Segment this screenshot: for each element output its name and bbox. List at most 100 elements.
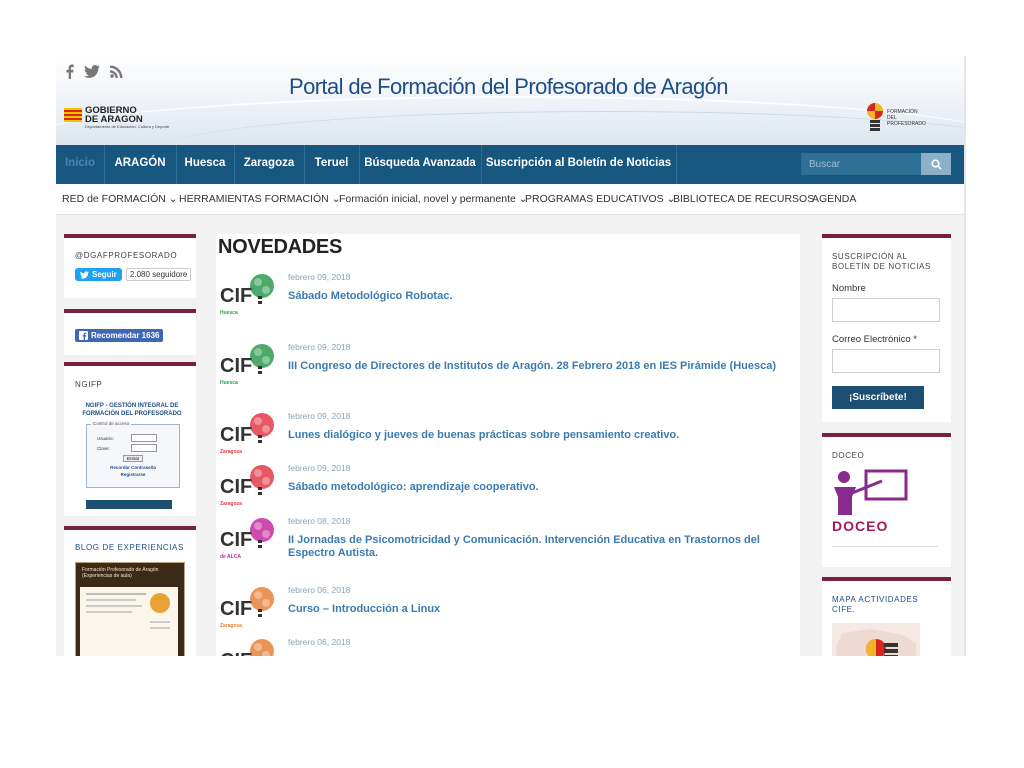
gobierno-aragon-logo[interactable]: GOBIERNO DE ARAGON Departamento de Educa… — [64, 106, 169, 129]
name-label: Nombre — [832, 283, 866, 294]
social-links — [65, 64, 123, 79]
email-field[interactable] — [832, 349, 940, 373]
cife-logo[interactable]: CIF — [218, 635, 280, 656]
svg-text:CIF: CIF — [220, 424, 252, 446]
facebook-icon — [79, 331, 88, 340]
page-scroll-edge — [964, 56, 966, 656]
formacion-profesorado-logo[interactable]: FORMACIÓN DEL PROFESORADO — [866, 102, 926, 134]
page-title: NOVEDADES — [218, 236, 342, 258]
twitter-widget-title: @DGAFPROFESORADO — [75, 251, 178, 260]
cife-logo[interactable]: CIF Huesca — [218, 270, 280, 326]
subscribe-widget: SUSCRIPCIÓN AL BOLETÍN DE NOTICIAS Nombr… — [822, 234, 951, 422]
nav-item-aragon[interactable]: ARAGÓN — [104, 145, 177, 184]
cife-logo-icon: CIF — [220, 518, 274, 551]
news-date: febrero 09, 2018 — [288, 272, 351, 282]
subnav-agenda[interactable]: AGENDA — [812, 184, 856, 214]
facebook-recommend-button[interactable]: Recomendar 1636 — [75, 329, 164, 342]
cife-logo[interactable]: CIF Zaragoza — [218, 409, 280, 465]
ngifp-login-box[interactable]: Control de acceso Usuario: Clave: Entrar… — [86, 421, 180, 488]
website-viewport: Portal de Formación del Profesorado de A… — [56, 56, 964, 656]
news-date: febrero 09, 2018 — [288, 463, 351, 473]
subnav-biblioteca-recursos[interactable]: BIBLIOTECA DE RECURSOS — [673, 184, 814, 214]
news-date: febrero 06, 2018 — [288, 585, 351, 595]
nav-item-inicio[interactable]: Inicio — [56, 145, 105, 184]
twitter-icon — [80, 270, 89, 279]
twitter-follow-button[interactable]: Seguir — [75, 268, 122, 281]
secondary-nav: RED de FORMACIÓN ⌄ HERRAMIENTAS FORMACIÓ… — [56, 184, 964, 215]
cife-logo-icon: CIF — [220, 465, 274, 498]
name-field[interactable] — [832, 298, 940, 322]
svg-text:CIF: CIF — [220, 598, 252, 620]
news-title-link[interactable]: Lunes dialógico y jueves de buenas práct… — [288, 429, 788, 442]
doceo-widget: DOCEO DOCEO — [822, 433, 951, 567]
subnav-programas-educativos[interactable]: PROGRAMAS EDUCATIVOS ⌄ — [525, 184, 675, 214]
svg-text:CIF: CIF — [220, 476, 252, 498]
news-item: CIF Zaragoza febrero 09, 2018 Sábado metodo… — [216, 461, 800, 521]
nav-item-zaragoza[interactable]: Zaragoza — [234, 145, 305, 184]
news-title-link[interactable]: Curso – Introducción a Linux — [288, 603, 788, 616]
search-box — [801, 153, 951, 175]
doceo-widget-title: DOCEO — [832, 451, 865, 460]
facebook-widget: Recomendar 1636 — [64, 309, 196, 355]
news-title-link[interactable]: Sábado metodológico: aprendizaje coopera… — [288, 481, 788, 494]
nav-item-busqueda-avanzada[interactable]: Búsqueda Avanzada — [359, 145, 482, 184]
ngifp-widget: NGIFP NGIFP - GESTIÓN INTEGRAL DE FORMAC… — [64, 362, 196, 516]
ngifp-password-field[interactable] — [131, 444, 157, 452]
ngifp-user-field[interactable] — [131, 434, 157, 442]
subscribe-button[interactable]: ¡Suscríbete! — [832, 386, 924, 409]
news-item: CIF Zaragoza febrero 09, 2018 Lunes dialógi… — [216, 409, 800, 469]
ngifp-enter-button[interactable]: Entrar — [123, 455, 144, 462]
search-input[interactable] — [801, 153, 927, 175]
news-title-link[interactable]: Sábado Metodológico Robotac. — [288, 290, 788, 303]
news-title-link[interactable]: II Jornadas de Psicomotricidad y Comunic… — [288, 534, 788, 560]
blog-widget-title: BLOG DE EXPERIENCIAS — [75, 543, 184, 552]
cife-logo[interactable]: CIF Zaragoza — [218, 461, 280, 517]
cife-logo-icon: CIF — [220, 413, 274, 446]
chevron-down-icon: ⌄ — [168, 193, 178, 205]
map-widget-title: MAPA ACTIVIDADES CIFE. — [832, 595, 919, 614]
facebook-icon[interactable] — [65, 64, 74, 79]
cife-logo-icon: CIF — [220, 587, 274, 620]
cife-logo[interactable]: CIF Huesca — [218, 340, 280, 396]
mapa-actividades-widget: MAPA ACTIVIDADES CIFE. — [822, 577, 951, 656]
cife-map-image[interactable] — [832, 623, 920, 656]
twitter-follower-count: 2.080 seguidore — [125, 268, 192, 281]
ngifp-recover-link[interactable]: Recordar Contraseña — [87, 465, 179, 470]
news-item: CIF febrero 06, 2018 — [216, 635, 800, 656]
news-title-link[interactable]: III Congreso de Directores de Institutos… — [288, 360, 788, 373]
teacher-board-icon — [834, 469, 908, 515]
subnav-formacion-inicial[interactable]: Formación inicial, novel y permanente ⌄ — [339, 184, 528, 214]
rss-icon[interactable] — [110, 65, 123, 78]
nav-item-huesca[interactable]: Huesca — [176, 145, 235, 184]
nav-item-teruel[interactable]: Teruel — [304, 145, 360, 184]
blog-experiencias-widget: BLOG DE EXPERIENCIAS Formación Profesora… — [64, 526, 196, 656]
ngifp-subtitle[interactable]: NGIFP - GESTIÓN INTEGRAL DE FORMACIÓN DE… — [76, 402, 188, 418]
search-button[interactable] — [921, 153, 951, 175]
news-item: CIF Zaragoza febrero 06, 2018 Curso – Intro… — [216, 583, 800, 643]
subscribe-widget-title: SUSCRIPCIÓN AL BOLETÍN DE NOTICIAS — [832, 252, 931, 271]
news-item: CIF de ALCA febrero 08, 2018 II Jornadas de… — [216, 514, 800, 574]
cife-logo-icon: CIF — [220, 344, 274, 377]
cife-logo[interactable]: CIF de ALCA — [218, 514, 280, 570]
blog-thumbnail[interactable]: Formación Profesorado de Aragón (Experie… — [75, 562, 185, 656]
news-item: CIF Huesca febrero 09, 2018 III Congreso de… — [216, 340, 800, 400]
news-date: febrero 06, 2018 — [288, 637, 351, 647]
site-title[interactable]: Portal de Formación del Profesorado de A… — [289, 74, 729, 100]
cife-logo-icon: CIF — [220, 639, 274, 656]
cife-logo[interactable]: CIF Zaragoza — [218, 583, 280, 639]
ngifp-register-link[interactable]: Registrarse — [87, 472, 179, 477]
main-nav: Inicio ARAGÓN Huesca Zaragoza Teruel Bús… — [56, 145, 964, 184]
formacion-globe-icon — [867, 103, 883, 131]
subnav-red-formacion[interactable]: RED de FORMACIÓN ⌄ — [62, 184, 178, 214]
svg-text:CIF: CIF — [220, 355, 252, 377]
doceo-logo[interactable]: DOCEO — [832, 467, 912, 535]
twitter-icon[interactable] — [84, 65, 100, 78]
news-item: CIF Huesca febrero 09, 2018 Sábado Metodoló… — [216, 270, 800, 330]
svg-text:CIF: CIF — [220, 285, 252, 307]
cife-logo-icon: CIF — [220, 274, 274, 307]
news-date: febrero 08, 2018 — [288, 516, 351, 526]
aragon-flag-icon — [64, 108, 82, 122]
subnav-herramientas-formacion[interactable]: HERRAMIENTAS FORMACIÓN ⌄ — [179, 184, 340, 214]
nav-item-suscripcion-boletin[interactable]: Suscripción al Boletín de Noticias — [481, 145, 677, 184]
ngifp-banner-bar — [86, 500, 172, 509]
